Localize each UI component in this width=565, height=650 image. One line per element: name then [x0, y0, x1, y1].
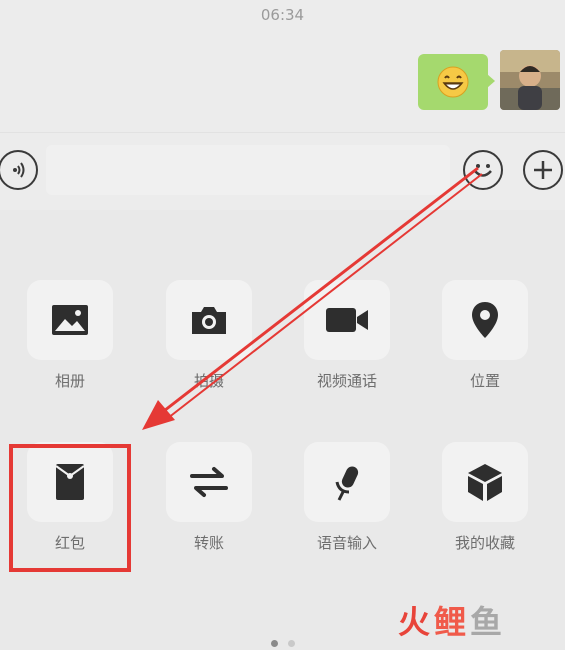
user-avatar-image: [500, 50, 560, 110]
image-icon: [52, 305, 88, 335]
panel-item-album[interactable]: 相册: [15, 280, 125, 400]
panel-item-video-call[interactable]: 视频通话: [292, 280, 402, 400]
panel-item-label: 视频通话: [316, 372, 377, 390]
album-tile[interactable]: [27, 280, 113, 360]
panel-item-location[interactable]: 位置: [430, 280, 540, 400]
grinning-face-icon: [437, 66, 469, 98]
sent-emoji-message[interactable]: [418, 54, 495, 110]
microphone-icon: [335, 466, 359, 501]
video-call-icon: [326, 308, 368, 332]
camera-icon: [192, 307, 226, 334]
more-button[interactable]: [523, 150, 563, 190]
chat-area: 06:34: [0, 0, 565, 132]
panel-item-label: 语音输入: [316, 534, 377, 552]
location-pin-icon: [472, 302, 498, 338]
watermark-char: 鲤: [434, 603, 467, 641]
transfer-icon: [190, 467, 228, 497]
panel-item-label: 我的收藏: [454, 534, 515, 552]
input-bar: [0, 132, 565, 210]
video-call-tile[interactable]: [304, 280, 390, 360]
avatar[interactable]: [500, 50, 560, 110]
watermark-char: 火: [398, 603, 431, 641]
location-tile[interactable]: [442, 280, 528, 360]
panel-item-favorites[interactable]: 我的收藏: [430, 442, 540, 562]
page-dot-active[interactable]: [270, 640, 278, 647]
function-panel: [0, 210, 565, 650]
status-time: 06:34: [260, 6, 305, 24]
highlight-box: [9, 444, 131, 572]
panel-item-label: 转账: [193, 534, 224, 552]
emoji-button[interactable]: [463, 150, 503, 190]
favorites-cube-icon: [468, 464, 502, 501]
watermark-char: 鱼: [470, 603, 503, 641]
smiley-icon: [474, 164, 492, 177]
voice-icon: [13, 162, 25, 178]
voice-input-tile[interactable]: [304, 442, 390, 522]
page-dot[interactable]: [287, 640, 295, 647]
camera-tile[interactable]: [166, 280, 252, 360]
watermark-logo: 火 鲤 鱼: [398, 600, 503, 641]
panel-item-label: 相册: [54, 372, 85, 390]
favorites-tile[interactable]: [442, 442, 528, 522]
panel-item-label: 位置: [469, 372, 500, 390]
panel-item-transfer[interactable]: 转账: [154, 442, 264, 562]
transfer-tile[interactable]: [166, 442, 252, 522]
panel-item-label: 拍摄: [193, 372, 224, 390]
plus-icon: [534, 161, 552, 179]
voice-input-button[interactable]: [0, 150, 38, 190]
message-input[interactable]: [46, 145, 450, 195]
panel-item-voice-input[interactable]: 语音输入: [292, 442, 402, 562]
panel-item-camera[interactable]: 拍摄: [154, 280, 264, 400]
